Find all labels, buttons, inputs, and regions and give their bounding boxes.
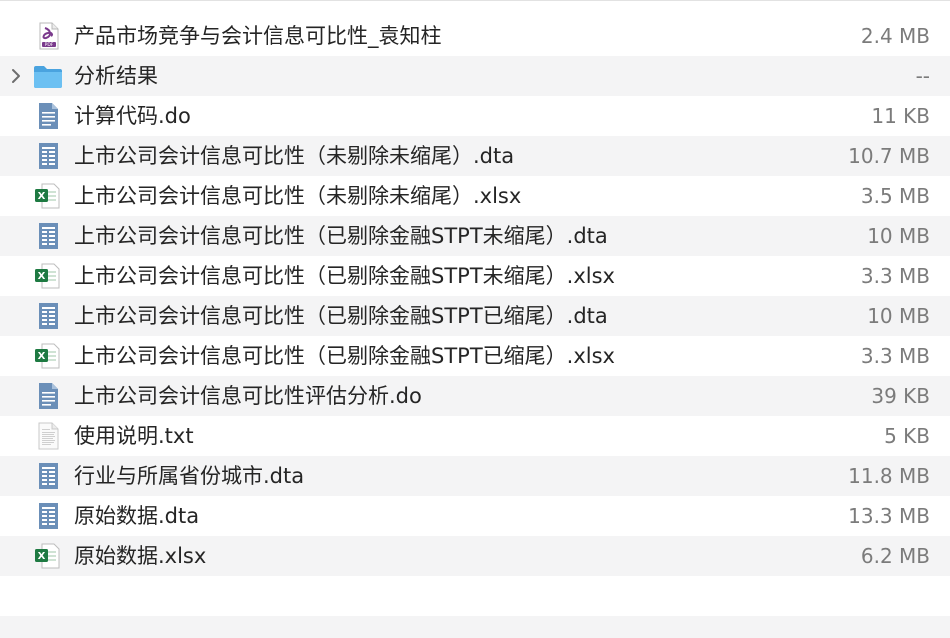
file-size: 3.3 MB: [860, 264, 930, 288]
finder-list-view: PDF 产品市场竞争与会计信息可比性_袁知柱 2.4 MB 分析结果 -- 计算代码.do…: [0, 0, 950, 638]
file-row[interactable]: X 上市公司会计信息可比性（未剔除未缩尾）.xlsx 3.5 MB: [0, 176, 950, 216]
file-row[interactable]: 上市公司会计信息可比性（已剔除金融STPT已缩尾）.dta 10 MB: [0, 296, 950, 336]
file-name: 上市公司会计信息可比性（已剔除金融STPT未缩尾）.dta: [74, 224, 608, 248]
excel-icon: X: [33, 181, 63, 211]
file-size: 10.7 MB: [848, 144, 930, 168]
empty-row: [0, 616, 950, 638]
file-list: PDF 产品市场竞争与会计信息可比性_袁知柱 2.4 MB 分析结果 -- 计算代码.do…: [0, 16, 950, 576]
file-name: 原始数据.dta: [74, 504, 200, 528]
disclosure-chevron-icon[interactable]: [8, 65, 24, 87]
file-size: 5 KB: [884, 424, 930, 448]
svg-text:PDF: PDF: [45, 42, 54, 48]
file-name: 上市公司会计信息可比性（已剔除金融STPT已缩尾）.dta: [74, 304, 608, 328]
file-name: 上市公司会计信息可比性评估分析.do: [74, 384, 422, 408]
file-row[interactable]: PDF 产品市场竞争与会计信息可比性_袁知柱 2.4 MB: [0, 16, 950, 56]
file-name: 上市公司会计信息可比性（未剔除未缩尾）.xlsx: [74, 184, 522, 208]
dta-file-icon: [33, 461, 63, 491]
file-size: 6.2 MB: [860, 544, 930, 568]
file-name: 上市公司会计信息可比性（未剔除未缩尾）.dta: [74, 144, 515, 168]
dta-file-icon: [33, 221, 63, 251]
file-size: 13.3 MB: [848, 504, 930, 528]
do-file-icon: [33, 381, 63, 411]
excel-icon: X: [33, 341, 63, 371]
file-row[interactable]: 行业与所属省份城市.dta 11.8 MB: [0, 456, 950, 496]
file-size: 11 KB: [871, 104, 930, 128]
file-size: 39 KB: [871, 384, 930, 408]
file-row[interactable]: 使用说明.txt 5 KB: [0, 416, 950, 456]
file-size: 3.3 MB: [860, 344, 930, 368]
excel-icon: X: [33, 541, 63, 571]
file-name: 产品市场竞争与会计信息可比性_袁知柱: [74, 24, 442, 48]
file-row[interactable]: 计算代码.do 11 KB: [0, 96, 950, 136]
txt-file-icon: [33, 421, 63, 451]
file-size: --: [915, 64, 930, 88]
file-row[interactable]: 上市公司会计信息可比性（未剔除未缩尾）.dta 10.7 MB: [0, 136, 950, 176]
file-size: 10 MB: [867, 304, 930, 328]
do-file-icon: [33, 101, 63, 131]
file-name: 计算代码.do: [74, 104, 191, 128]
svg-text:X: X: [38, 551, 46, 562]
folder-icon: [33, 61, 63, 91]
file-name: 使用说明.txt: [74, 424, 194, 448]
file-name: 行业与所属省份城市.dta: [74, 464, 305, 488]
file-size: 3.5 MB: [860, 184, 930, 208]
file-row[interactable]: X 原始数据.xlsx 6.2 MB: [0, 536, 950, 576]
dta-file-icon: [33, 141, 63, 171]
dta-file-icon: [33, 301, 63, 331]
file-name: 上市公司会计信息可比性（已剔除金融STPT未缩尾）.xlsx: [74, 264, 615, 288]
svg-text:X: X: [38, 351, 46, 362]
file-size: 2.4 MB: [860, 24, 930, 48]
dta-file-icon: [33, 501, 63, 531]
svg-text:X: X: [38, 271, 46, 282]
file-size: 10 MB: [867, 224, 930, 248]
file-name: 上市公司会计信息可比性（已剔除金融STPT已缩尾）.xlsx: [74, 344, 615, 368]
file-name: 原始数据.xlsx: [74, 544, 207, 568]
file-row[interactable]: 原始数据.dta 13.3 MB: [0, 496, 950, 536]
file-row[interactable]: X 上市公司会计信息可比性（已剔除金融STPT未缩尾）.xlsx 3.3 MB: [0, 256, 950, 296]
file-row[interactable]: 上市公司会计信息可比性评估分析.do 39 KB: [0, 376, 950, 416]
pdf-icon: PDF: [33, 21, 63, 51]
excel-icon: X: [33, 261, 63, 291]
file-row[interactable]: 分析结果 --: [0, 56, 950, 96]
file-name: 分析结果: [74, 64, 158, 88]
file-row[interactable]: X 上市公司会计信息可比性（已剔除金融STPT已缩尾）.xlsx 3.3 MB: [0, 336, 950, 376]
svg-text:X: X: [38, 191, 46, 202]
file-row[interactable]: 上市公司会计信息可比性（已剔除金融STPT未缩尾）.dta 10 MB: [0, 216, 950, 256]
file-size: 11.8 MB: [848, 464, 930, 488]
